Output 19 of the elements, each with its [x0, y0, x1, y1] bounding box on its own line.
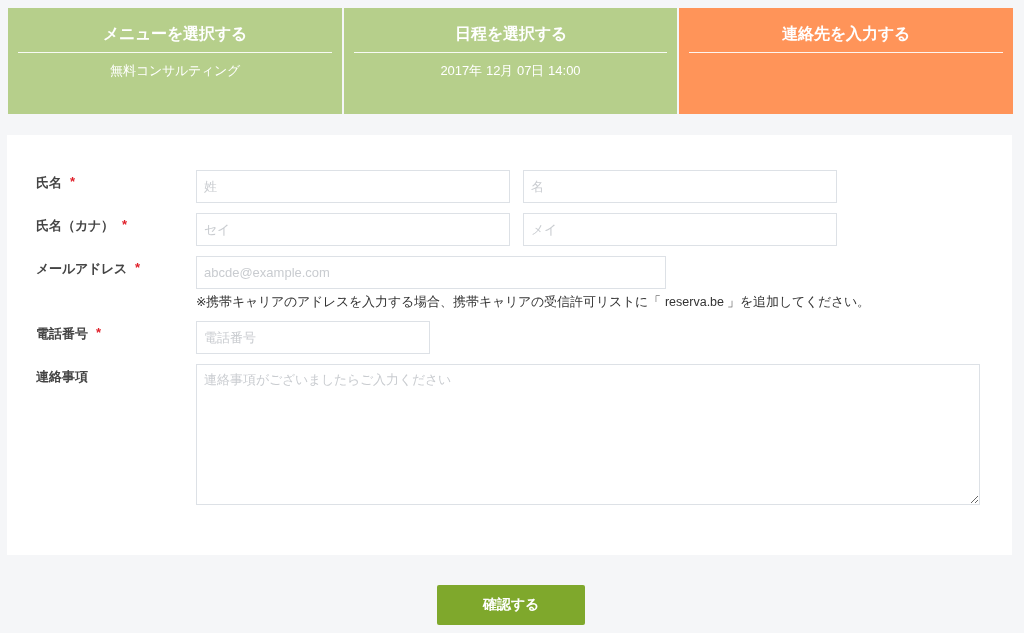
step-detail: 2017年 12月 07日 14:00 — [439, 62, 582, 80]
field-label: 氏名 — [36, 174, 62, 192]
step-tab[interactable]: メニューを選択する 無料コンサルティング — [8, 8, 342, 114]
required-mark: * — [135, 260, 141, 275]
step-tab[interactable]: 日程を選択する 2017年 12月 07日 14:00 — [343, 8, 678, 114]
step-title: 日程を選択する — [453, 24, 568, 44]
step-title: メニューを選択する — [101, 24, 248, 44]
field-label: 連絡事項 — [36, 368, 88, 386]
field-label: 電話番号 — [36, 325, 88, 343]
confirm-button[interactable]: 確認する — [436, 585, 585, 625]
field-label: メールアドレス — [36, 260, 127, 278]
step-tab[interactable]: 連絡先を入力する — [679, 8, 1013, 114]
note-text: ※携帯キャリアのアドレスを入力する場合、携帯キャリアの受信許可リストに「 reserva.be 」を追加してください。 — [196, 294, 872, 311]
field-label: 氏名（カナ） — [36, 217, 114, 235]
required-mark: * — [96, 325, 102, 340]
step-title: 連絡先を入力する — [781, 24, 912, 44]
step-detail: 無料コンサルティング — [108, 62, 241, 80]
required-mark: * — [122, 217, 128, 232]
required-mark: * — [70, 174, 76, 189]
